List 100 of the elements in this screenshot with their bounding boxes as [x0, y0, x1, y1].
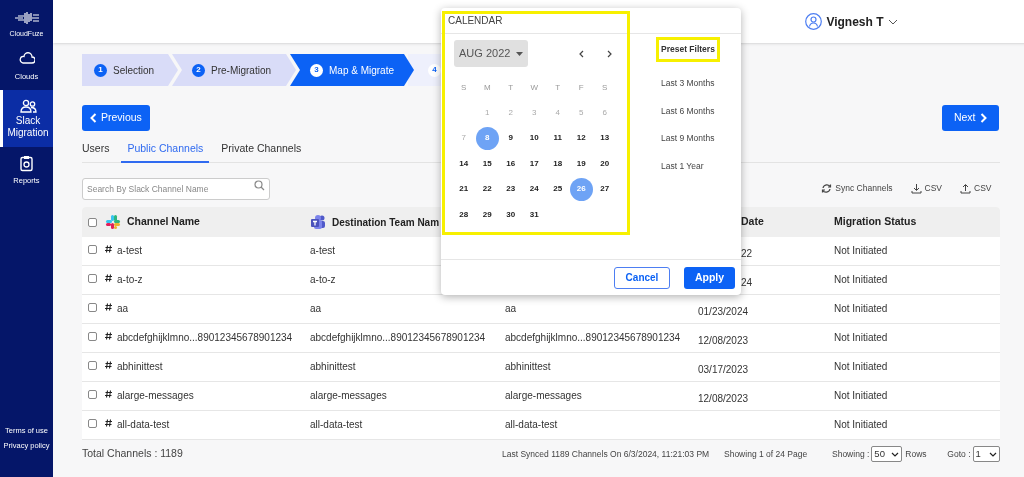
calendar-day[interactable]: 25 [546, 177, 570, 201]
table-cell: alarge-messages [505, 390, 582, 401]
calendar-day[interactable]: 15 [475, 152, 499, 176]
user-name[interactable]: Vignesh T [826, 12, 884, 31]
last-synced-text: Last Synced 1189 Channels On 6/3/2024, 11:21:03 PM [502, 447, 711, 461]
weekday-label: W [530, 82, 539, 94]
weekday-label: F [578, 82, 584, 94]
apply-button[interactable]: Apply [684, 266, 735, 289]
logo-icon [13, 10, 40, 24]
hash-icon [105, 274, 112, 282]
table-cell-text: all-data-test [117, 418, 170, 432]
table-cell: 22 [741, 248, 753, 259]
calendar-day[interactable]: 17 [522, 152, 546, 176]
preset-option[interactable]: Last 6 Months [661, 104, 715, 118]
preset-option[interactable]: Last 1 Year [661, 160, 704, 173]
showing-label: Showing : [832, 447, 870, 461]
table-cell: all-data-test [310, 419, 363, 430]
column-header[interactable]: Channel Name [127, 214, 200, 230]
calendar-day[interactable]: 14 [452, 152, 476, 176]
table-cell: abhinittest [310, 361, 356, 372]
caret-icon [516, 51, 524, 56]
step-number: 4 [428, 63, 441, 77]
table-cell: Not Initiated [834, 332, 888, 343]
checkbox[interactable] [88, 419, 97, 428]
table-cell: 12/08/2023 [698, 335, 749, 346]
table-cell-text: alarge-messages [117, 389, 194, 403]
table-cell-text: abcdefghijklmno...89012345678901234 [117, 331, 293, 345]
checkbox[interactable] [88, 390, 97, 399]
table-cell-text: a-to-z [117, 273, 143, 287]
cancel-button[interactable]: Cancel [614, 266, 670, 289]
search-field[interactable]: Search By Slack Channel Name [82, 178, 270, 200]
column-header[interactable]: Date [741, 214, 764, 230]
checkbox[interactable] [88, 303, 97, 312]
calendar-day[interactable]: 27 [593, 177, 617, 201]
step-number: 3 [310, 63, 323, 77]
tab[interactable]: Public Channels [121, 141, 210, 163]
calendar-day[interactable]: 11 [546, 126, 570, 150]
csv-button[interactable]: CSV [960, 181, 992, 195]
weekday-label: S [602, 82, 608, 94]
checkbox[interactable] [88, 245, 97, 254]
step-number: 2 [192, 63, 205, 77]
step-label: Pre-Migration [211, 63, 272, 78]
checkbox[interactable] [88, 274, 97, 283]
calendar-day[interactable]: 28 [452, 203, 476, 227]
checkbox[interactable] [88, 217, 97, 227]
column-header[interactable]: Migration Status [834, 214, 917, 230]
checkbox[interactable] [88, 332, 97, 341]
table-cell: Not Initiated [834, 245, 888, 256]
calendar-day[interactable]: 20 [593, 152, 617, 176]
hash-icon [105, 419, 112, 427]
calendar-day[interactable]: 10 [522, 126, 546, 150]
table-cell-text: a-test [117, 244, 142, 258]
calendar-day[interactable]: 31 [522, 203, 546, 227]
csv-button[interactable]: CSV [910, 181, 942, 195]
chevron-left-icon [578, 49, 584, 58]
upload-icon [960, 182, 971, 194]
table-cell: alarge-messages [310, 390, 387, 401]
calendar-day[interactable]: 9 [499, 126, 523, 150]
chevron-down-icon [887, 18, 898, 25]
calendar-day[interactable]: 29 [475, 203, 499, 227]
calendar-day[interactable]: 21 [452, 177, 476, 201]
checkbox[interactable] [88, 361, 97, 370]
step-number: 1 [94, 63, 107, 77]
weekday-label: T [508, 82, 514, 94]
sync-channels-button[interactable]: Sync Channels [821, 181, 893, 195]
calendar-day[interactable]: 13 [593, 126, 617, 150]
tab[interactable]: Private Channels [215, 141, 308, 163]
step-label: Map & Migrate [329, 63, 395, 78]
chevron-right-icon [979, 113, 987, 123]
previous-button[interactable]: Previous [82, 105, 150, 131]
table-cell: 24 [741, 277, 753, 288]
next-button[interactable]: Next [941, 105, 999, 131]
preset-option[interactable]: Last 9 Months [661, 132, 715, 145]
hash-icon [105, 390, 112, 398]
preset-option[interactable]: Last 3 Months [661, 76, 715, 90]
rows-label: Rows [905, 447, 928, 461]
calendar-day[interactable]: 23 [499, 177, 523, 201]
month-dropdown[interactable]: AUG 2022 [454, 40, 529, 67]
tab[interactable]: Users [82, 141, 116, 163]
sidebar-item[interactable]: Slack Migration [0, 90, 53, 148]
weekday-label: T [555, 82, 561, 94]
goto-page-select[interactable]: 1 [972, 446, 1000, 462]
calendar-day[interactable]: 19 [569, 152, 593, 176]
calendar-day[interactable]: 18 [546, 152, 570, 176]
table-cell: Not Initiated [834, 390, 888, 401]
weekday-label: S [461, 82, 467, 94]
table-cell: Not Initiated [834, 303, 888, 314]
step-label: Selection [113, 63, 155, 78]
calendar-day[interactable]: 22 [475, 177, 499, 201]
column-header[interactable]: Destination Team Nam [332, 214, 440, 230]
hash-icon [105, 361, 112, 369]
table-cell-text: aa [117, 302, 129, 316]
table-cell: Not Initiated [834, 419, 888, 430]
calendar-day[interactable]: 12 [569, 126, 593, 150]
rows-per-page-select[interactable]: 50 [871, 446, 903, 462]
hash-icon [105, 303, 112, 311]
table-cell: abcdefghijklmno...89012345678901234 [310, 332, 486, 343]
calendar-day[interactable]: 24 [522, 177, 546, 201]
calendar-day[interactable]: 30 [499, 203, 523, 227]
calendar-day[interactable]: 16 [499, 152, 523, 176]
